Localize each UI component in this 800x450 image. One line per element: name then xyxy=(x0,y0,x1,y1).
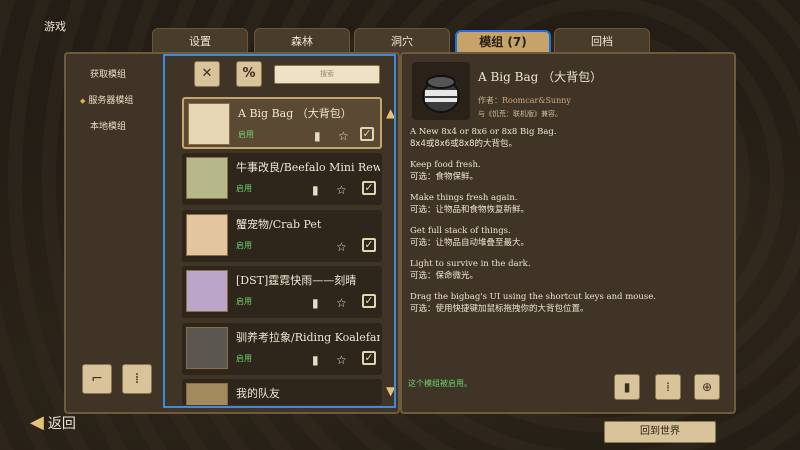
tab-caves[interactable]: 洞穴 xyxy=(354,28,450,54)
disable-icon[interactable]: ▮ xyxy=(614,374,640,400)
desc-line: Keep food fresh. xyxy=(410,160,481,170)
tab-forest[interactable]: 森林 xyxy=(254,28,350,54)
back-arrow-icon: ◀ xyxy=(30,412,44,433)
workshop-icon[interactable]: ⊕ xyxy=(694,374,720,400)
back-label: 返回 xyxy=(47,416,76,432)
desc-line: A New 8x4 or 8x6 or 8x8 Big Bag. xyxy=(410,127,557,137)
desc-line: Make things fresh again. xyxy=(410,193,518,203)
mod-detail-name: A Big Bag （大背包） xyxy=(478,70,603,84)
return-to-world-button[interactable]: 回到世界 xyxy=(604,421,716,443)
side-menu-get-mods[interactable]: 获取模组 xyxy=(90,68,133,94)
back-button[interactable]: ◀ 返回 xyxy=(30,412,76,433)
boot-icon[interactable]: ⌐ xyxy=(82,364,112,394)
desc-line: Drag the bigbag's UI using the shortcut … xyxy=(410,292,656,302)
desc-line: 可选：让物品和食物恢复新鲜。 xyxy=(410,205,530,215)
mod-detail-thumbnail xyxy=(412,62,470,120)
desc-line: 可选：保命微光。 xyxy=(410,271,479,281)
tab-settings[interactable]: 设置 xyxy=(152,28,248,54)
side-menu: 获取模组 服务器模组 本地模组 xyxy=(88,68,133,146)
side-menu-server-mods[interactable]: 服务器模组 xyxy=(88,94,133,120)
mod-description: A New 8x4 or 8x6 or 8x8 Big Bag. 8x4或8x6… xyxy=(410,126,730,315)
tab-mods[interactable]: 模组 (7) xyxy=(455,30,551,54)
mod-detail-author: 作者：Roomcar&Sunny xyxy=(478,95,571,106)
config-icon[interactable]: ⁞ xyxy=(122,364,152,394)
list-highlight-frame xyxy=(163,54,396,408)
page-title: 游戏 xyxy=(44,20,66,33)
author-label: 作者： xyxy=(478,96,502,105)
desc-line: Light to survive in the dark. xyxy=(410,259,531,269)
desc-line: Get full stack of things. xyxy=(410,226,511,236)
desc-line: 可选：食物保鲜。 xyxy=(410,172,479,182)
desc-line: 可选：使用快捷键加鼠标拖拽你的大背包位置。 xyxy=(410,304,589,314)
tab-rollback[interactable]: 回档 xyxy=(554,28,650,54)
desc-line: 8x4或8x6或8x8的大背包。 xyxy=(410,139,518,149)
config-icon[interactable]: ⁞ xyxy=(655,374,681,400)
side-menu-local-mods[interactable]: 本地模组 xyxy=(90,120,133,146)
author-name: Roomcar&Sunny xyxy=(502,96,571,105)
enabled-note: 这个模组被启用。 xyxy=(408,379,472,388)
desc-line: 可选：让物品自动堆叠至最大。 xyxy=(410,238,530,248)
mod-detail-compat: 与《饥荒：联机版》兼容。 xyxy=(478,110,562,118)
